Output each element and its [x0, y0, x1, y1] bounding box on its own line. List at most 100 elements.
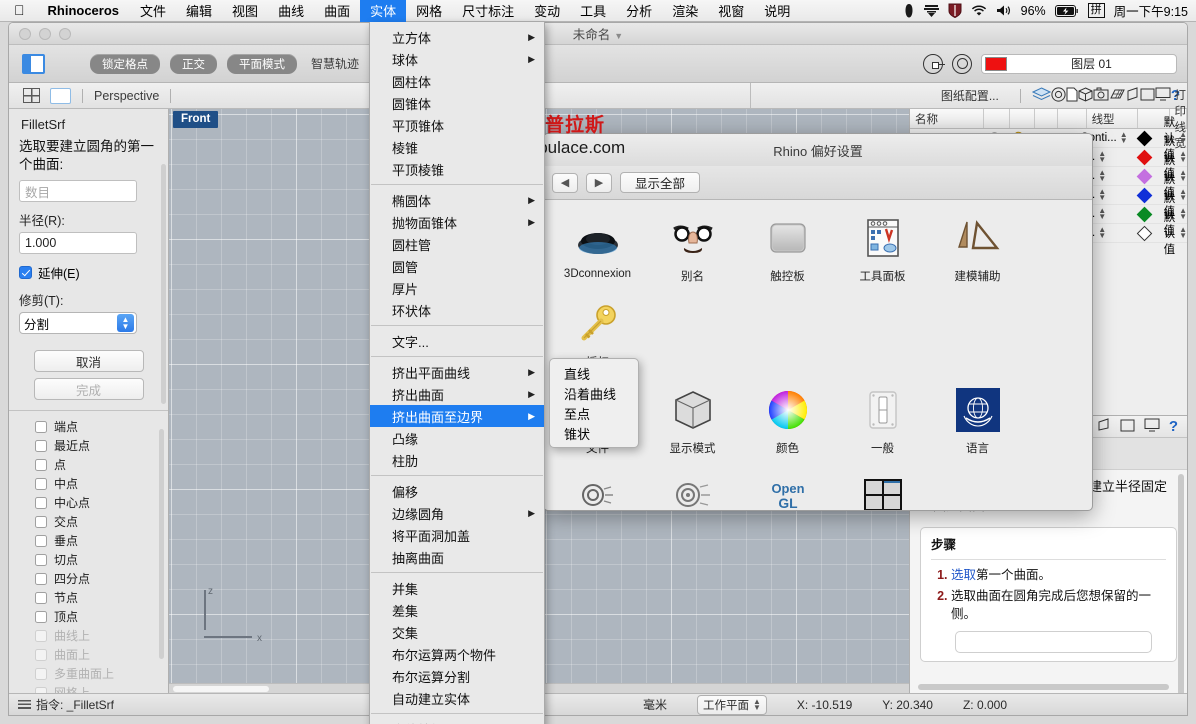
preference-item[interactable]: 别名	[645, 214, 740, 284]
menu-dimension[interactable]: 尺寸标注	[452, 0, 524, 21]
menu-curve[interactable]: 曲线	[268, 0, 314, 21]
osnap-item[interactable]: 节点	[9, 588, 168, 607]
menu-item[interactable]: 差集	[370, 599, 544, 621]
target-icon[interactable]	[1051, 86, 1066, 105]
menu-item[interactable]: 厚片	[370, 277, 544, 299]
layer-target-icon[interactable]	[923, 53, 945, 74]
menu-item[interactable]: 圆柱体	[370, 70, 544, 92]
menu-surface[interactable]: 曲面	[314, 0, 360, 21]
single-view-icon[interactable]	[50, 87, 71, 104]
menu-tools[interactable]: 工具	[570, 0, 616, 21]
menu-item[interactable]: 柱肋	[370, 449, 544, 471]
menu-help[interactable]: 说明	[754, 0, 800, 21]
submenu-item[interactable]: 沿着曲线	[550, 383, 638, 403]
osnap-item[interactable]: 中点	[9, 474, 168, 493]
menu-item[interactable]: 将平面洞加盖	[370, 524, 544, 546]
menu-item[interactable]: 并集	[370, 577, 544, 599]
menu-item[interactable]: 平顶锥体	[370, 114, 544, 136]
menu-file[interactable]: 文件	[130, 0, 176, 21]
toggle-sidebar-button[interactable]	[22, 53, 45, 74]
cplane-selector[interactable]: 工作平面 ▲ ▼	[696, 694, 767, 715]
menu-app-name[interactable]: Rhinoceros	[37, 3, 131, 18]
menu-item[interactable]: 边缘圆角 ▶	[370, 502, 544, 524]
layer-color-swatch[interactable]	[985, 56, 1007, 71]
extend-checkbox-row[interactable]: 延伸(E)	[19, 263, 158, 282]
osnap-checkbox[interactable]	[35, 439, 47, 452]
airplay-icon[interactable]	[923, 4, 939, 17]
osnap-checkbox[interactable]	[35, 610, 47, 623]
volume-icon[interactable]	[996, 4, 1012, 17]
four-view-icon[interactable]	[23, 88, 40, 103]
help-icon[interactable]: ?	[1169, 418, 1178, 435]
osnap-item[interactable]: 点	[9, 455, 168, 474]
osnap-checkbox[interactable]	[35, 553, 47, 566]
ortho-toggle[interactable]: 正交	[170, 53, 217, 74]
menu-item[interactable]: 布尔运算分割	[370, 665, 544, 687]
layer-print-color-cell[interactable]	[1129, 149, 1159, 165]
chevron-updown-icon[interactable]: ▲ ▼	[753, 697, 761, 711]
smart-track-toggle[interactable]: 智慧轨迹	[311, 55, 359, 72]
viewport-tab-front[interactable]: Front	[173, 111, 219, 128]
menu-item[interactable]: 挤出曲面 ▶	[370, 383, 544, 405]
rect-icon[interactable]	[1140, 88, 1155, 104]
layer-print-color-cell[interactable]	[1129, 206, 1159, 222]
camera-icon[interactable]	[1093, 87, 1109, 104]
menu-item[interactable]: 实体编辑工具▶	[370, 718, 544, 724]
menu-item[interactable]: 交集	[370, 621, 544, 643]
layer-print-color-cell[interactable]	[1129, 130, 1159, 146]
preference-item[interactable]: 语言	[930, 386, 1025, 456]
snap-grid-toggle[interactable]: 锁定格点	[90, 53, 160, 74]
menu-item[interactable]: 抛物面锥体 ▶	[370, 211, 544, 233]
input-method-icon[interactable]: 拼	[1087, 3, 1105, 18]
preference-item[interactable]: 建模辅助	[930, 214, 1025, 284]
preference-item[interactable]: 指令集	[550, 472, 645, 510]
panel-scrollbar[interactable]	[161, 164, 166, 404]
trim-select[interactable]: 分割 ▲ ▼	[19, 312, 137, 335]
osnap-item[interactable]: 交点	[9, 512, 168, 531]
rect-icon[interactable]	[1120, 419, 1135, 435]
menu-item[interactable]: 文字...	[370, 330, 544, 352]
dropbox-icon[interactable]	[903, 3, 915, 18]
osnap-item[interactable]: 四分点	[9, 569, 168, 588]
shield-icon[interactable]	[948, 3, 962, 18]
osnap-checkbox[interactable]	[35, 458, 47, 471]
battery-icon[interactable]	[1054, 4, 1079, 17]
osnap-item[interactable]: 垂点	[9, 531, 168, 550]
page-icon[interactable]	[1066, 87, 1078, 105]
menu-item[interactable]: 椭圆体 ▶	[370, 189, 544, 211]
menu-item[interactable]: 棱锥	[370, 136, 544, 158]
cancel-button[interactable]: 取消	[33, 350, 144, 373]
chevron-updown-icon[interactable]: ▲ ▼	[117, 314, 134, 333]
layer-print-color-cell[interactable]	[1129, 225, 1159, 241]
osnap-item[interactable]: 切点	[9, 550, 168, 569]
preference-item[interactable]: OpenGLOpenGL	[740, 472, 835, 510]
box-icon[interactable]	[1078, 86, 1093, 105]
osnap-checkbox[interactable]	[35, 420, 47, 433]
osnap-item[interactable]: 最近点	[9, 436, 168, 455]
osnap-item[interactable]: 端点	[9, 417, 168, 436]
osnap-checkbox[interactable]	[35, 591, 47, 604]
help-scrollbar[interactable]	[1178, 474, 1184, 704]
viewport-name-label[interactable]: Perspective	[94, 89, 159, 103]
render-icon[interactable]	[1126, 86, 1140, 105]
display-icon[interactable]	[1144, 418, 1160, 435]
title-chevron-icon[interactable]: ▼	[614, 31, 623, 41]
layer-print-color-cell[interactable]	[1129, 187, 1159, 203]
osnap-checkbox[interactable]	[35, 515, 47, 528]
osnap-checkbox[interactable]	[35, 496, 47, 509]
menu-item[interactable]: 球体 ▶	[370, 48, 544, 70]
menu-item[interactable]: 环状体	[370, 299, 544, 321]
menu-item[interactable]: 挤出曲面至边界 ▶	[370, 405, 544, 427]
menu-edit[interactable]: 编辑	[176, 0, 222, 21]
extrude-to-boundary-submenu[interactable]: 直线 沿着曲线 至点 锥状	[549, 358, 639, 448]
solid-menu-dropdown[interactable]: 立方体 ▶ 球体 ▶ 圆柱体 圆锥体 平顶锥体 棱锥 平顶棱锥 椭圆体 ▶ 抛物面锥体 ▶ 圆柱管 圆管 厚片…	[369, 22, 545, 724]
layer-print-width-cell[interactable]: 默认值 ▲ ▼	[1160, 209, 1187, 257]
menu-item[interactable]: 抽离曲面	[370, 546, 544, 568]
apple-logo-icon[interactable]: 	[0, 3, 37, 17]
osnap-checkbox[interactable]	[35, 572, 47, 585]
menu-item[interactable]: 立方体 ▶	[370, 26, 544, 48]
osnap-scrollbar[interactable]	[159, 429, 164, 660]
back-button[interactable]: ◀	[552, 172, 578, 193]
menu-solid[interactable]: 实体	[360, 0, 407, 22]
preference-item[interactable]: 主题	[645, 472, 740, 510]
